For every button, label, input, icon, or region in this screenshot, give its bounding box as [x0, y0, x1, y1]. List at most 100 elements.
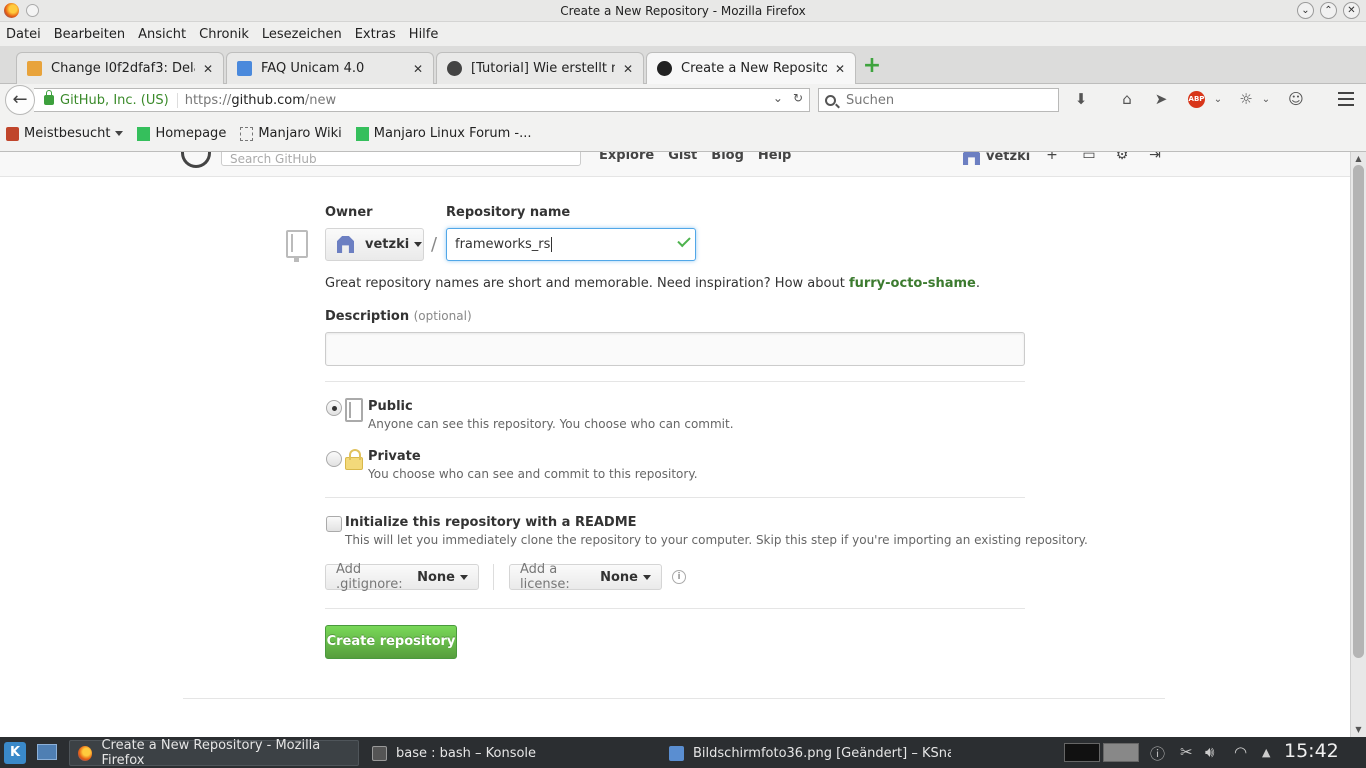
private-radio[interactable]: [326, 451, 342, 467]
clock[interactable]: 15:42: [1284, 740, 1339, 762]
url-host: github.com: [231, 92, 305, 108]
public-description: Anyone can see this repository. You choo…: [368, 417, 734, 431]
new-tab-icon[interactable]: +: [862, 55, 882, 77]
bookmark-homepage[interactable]: Homepage: [137, 126, 226, 141]
menu-bearbeiten[interactable]: Bearbeiten: [54, 27, 125, 42]
divider: [325, 608, 1025, 609]
extension-dropdown-icon[interactable]: ⌄: [1259, 94, 1273, 105]
readme-title[interactable]: Initialize this repository with a README: [345, 515, 637, 530]
gerrit-favicon-icon: [27, 61, 42, 76]
terminal-icon: [372, 745, 387, 761]
task-firefox[interactable]: Create a New Repository - Mozilla Firefo…: [69, 738, 359, 768]
task-ksnapshot[interactable]: Bildschirmfoto36.png [Geändert] – KSnaps…: [661, 740, 951, 766]
extension-icon[interactable]: ☼: [1235, 90, 1257, 108]
owner-label: Owner: [325, 205, 373, 220]
owner-select[interactable]: vetzki: [325, 228, 424, 261]
gitignore-select[interactable]: Add .gitignore: None: [325, 562, 479, 592]
adblock-dropdown-icon[interactable]: ⌄: [1211, 94, 1225, 105]
search-bar[interactable]: Suchen: [818, 88, 1059, 112]
private-title: Private: [368, 449, 421, 464]
minimize-icon[interactable]: ⌄: [1297, 2, 1314, 19]
chat-icon[interactable]: ☺: [1285, 90, 1307, 108]
close-tab-icon[interactable]: ✕: [621, 62, 635, 76]
network-icon[interactable]: ◠: [1234, 743, 1247, 761]
folder-icon: [6, 126, 19, 141]
home-icon[interactable]: ⌂: [1108, 90, 1146, 108]
taskbar: K Create a New Repository - Mozilla Fire…: [0, 737, 1366, 768]
pin-icon[interactable]: [26, 4, 39, 17]
info-icon[interactable]: i: [672, 570, 686, 584]
close-tab-icon[interactable]: ✕: [833, 62, 847, 76]
bookmarks-toolbar: Meistbesucht Homepage Manjaro Wiki Manja…: [0, 116, 1366, 152]
firefox-icon: [78, 745, 93, 761]
menu-extras[interactable]: Extras: [355, 27, 396, 42]
menu-hilfe[interactable]: Hilfe: [409, 27, 439, 42]
clipboard-scissors-icon[interactable]: ✂: [1180, 743, 1193, 761]
bookmark-manjaro-wiki[interactable]: Manjaro Wiki: [240, 126, 342, 141]
url-path: /new: [304, 92, 337, 108]
chevron-down-icon: [643, 574, 651, 580]
adblock-icon[interactable]: ABP: [1188, 90, 1205, 108]
public-repo-icon: [345, 398, 363, 422]
chevron-down-icon: [115, 131, 124, 136]
task-konsole[interactable]: base : bash – Konsole: [364, 740, 654, 766]
window-titlebar: Create a New Repository - Mozilla Firefo…: [0, 0, 1366, 22]
menu-ansicht[interactable]: Ansicht: [138, 27, 186, 42]
close-tab-icon[interactable]: ✕: [201, 62, 215, 76]
site-identity[interactable]: GitHub, Inc. (US): [60, 92, 178, 108]
chevron-down-icon: [414, 242, 423, 247]
page-scrollbar[interactable]: ▲ ▼: [1350, 152, 1366, 737]
url-bar[interactable]: GitHub, Inc. (US) https://github.com/new…: [34, 88, 810, 112]
private-description: You choose who can see and commit to thi…: [368, 467, 698, 481]
url-dropdown-icon[interactable]: ⌄: [773, 91, 783, 105]
show-desktop-icon[interactable]: [37, 744, 57, 760]
back-button[interactable]: ←: [5, 85, 35, 115]
search-placeholder: Suchen: [846, 92, 895, 108]
hamburger-menu-icon[interactable]: [1338, 92, 1354, 106]
tab-create-repository[interactable]: Create a New Repository ✕: [646, 52, 856, 84]
maximize-icon[interactable]: ⌃: [1320, 2, 1337, 19]
create-repository-button[interactable]: Create repository: [325, 625, 457, 659]
tray-expand-icon[interactable]: ▲: [1262, 746, 1270, 759]
menu-datei[interactable]: Datei: [6, 27, 41, 42]
tab-tutorial[interactable]: [Tutorial] Wie erstellt m... ✕: [436, 52, 644, 84]
scroll-thumb[interactable]: [1353, 165, 1364, 658]
description-input[interactable]: [325, 332, 1025, 366]
description-label: Description (optional): [325, 309, 472, 324]
bookmark-manjaro-forum[interactable]: Manjaro Linux Forum -...: [355, 126, 532, 141]
bookmark-most-visited[interactable]: Meistbesucht: [6, 126, 124, 141]
footer-divider: [183, 698, 1165, 699]
kde-menu-icon[interactable]: K: [4, 742, 26, 764]
scroll-up-icon[interactable]: ▲: [1353, 153, 1364, 164]
lock-icon[interactable]: [44, 90, 54, 105]
license-select[interactable]: Add a license: None: [509, 562, 662, 592]
page-icon: [240, 126, 254, 141]
gear-favicon-icon: [447, 61, 462, 76]
menu-lesezeichen[interactable]: Lesezeichen: [262, 27, 342, 42]
valid-check-icon: [677, 233, 691, 248]
window-title: Create a New Repository - Mozilla Firefo…: [560, 3, 806, 18]
send-icon[interactable]: ➤: [1150, 90, 1172, 108]
volume-icon[interactable]: 🔊︎: [1205, 743, 1214, 761]
repository-name-input[interactable]: frameworks_rs: [446, 228, 696, 261]
readme-checkbox[interactable]: [326, 516, 342, 532]
info-tray-icon[interactable]: ⓘ: [1150, 743, 1165, 764]
firefox-icon[interactable]: [4, 3, 19, 18]
tab-faq-unicam[interactable]: FAQ Unicam 4.0 ✕: [226, 52, 434, 84]
menu-chronik[interactable]: Chronik: [199, 27, 249, 42]
search-icon: [825, 94, 836, 106]
close-window-icon[interactable]: ✕: [1343, 2, 1360, 19]
manjaro-icon: [137, 126, 151, 141]
chevron-down-icon: [460, 574, 468, 580]
name-suggestion-link[interactable]: furry-octo-shame: [849, 276, 976, 291]
private-lock-icon: [345, 449, 363, 470]
close-tab-icon[interactable]: ✕: [411, 62, 425, 76]
pager-desktop-1[interactable]: [1064, 743, 1100, 762]
tab-gerrit-change[interactable]: Change I0f2dfaf3: Delay... ✕: [16, 52, 224, 84]
new-repository-form: Owner Repository name vetzki / framework…: [0, 152, 1350, 737]
public-radio[interactable]: [326, 400, 342, 416]
reload-icon[interactable]: ↻: [793, 91, 803, 105]
pager-desktop-2[interactable]: [1103, 743, 1139, 762]
scroll-down-icon[interactable]: ▼: [1353, 724, 1364, 735]
download-icon[interactable]: ⬇: [1070, 90, 1092, 108]
